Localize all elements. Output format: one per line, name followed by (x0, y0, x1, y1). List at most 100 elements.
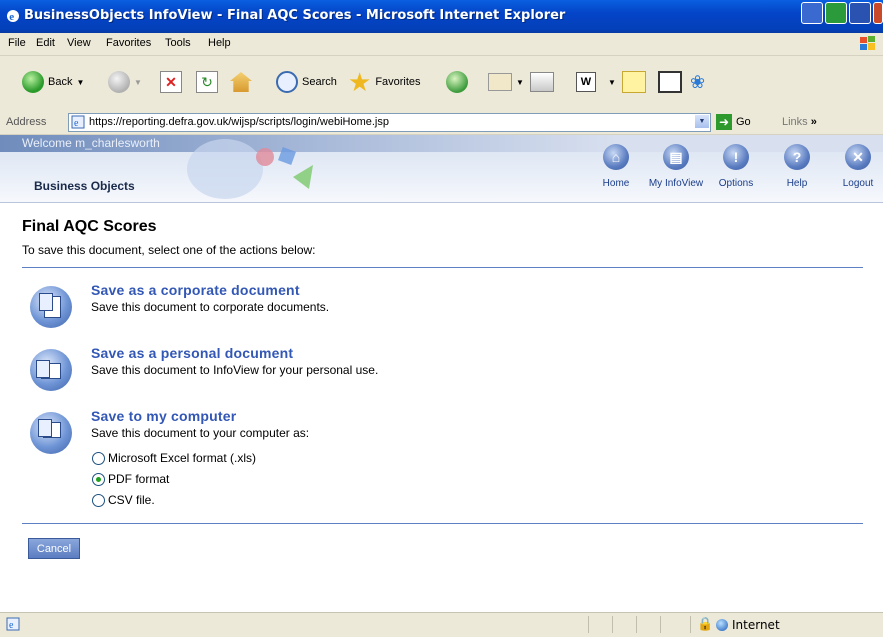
format-option-xls[interactable]: Microsoft Excel format (.xls) (92, 451, 256, 465)
instructions-text: To save this document, select one of the… (22, 243, 316, 257)
radio-button[interactable] (92, 451, 105, 465)
menu-file[interactable]: File (8, 37, 26, 49)
mail-icon (488, 73, 512, 91)
save-personal-link[interactable]: Save as a personal document (91, 345, 293, 361)
mail-button[interactable]: ▼ (488, 66, 524, 98)
word-icon[interactable] (849, 2, 871, 24)
corporate-document-icon (30, 286, 72, 328)
radio-button-selected[interactable] (92, 472, 105, 486)
discuss-button[interactable] (622, 66, 646, 98)
svg-text:e: e (74, 118, 79, 129)
save-computer-desc: Save this document to your computer as: (91, 426, 310, 440)
ie-icon: e (7, 10, 19, 23)
save-corporate-link[interactable]: Save as a corporate document (91, 282, 300, 298)
business-objects-logo: Business Objects (34, 179, 135, 193)
refresh-button[interactable]: ↻ (196, 66, 218, 98)
status-segment (612, 616, 613, 633)
search-icon (276, 71, 298, 93)
edit-button[interactable]: W ▼ (576, 66, 616, 98)
radio-button[interactable] (92, 493, 105, 507)
save-computer-link[interactable]: Save to my computer (91, 408, 236, 424)
home-button[interactable] (230, 66, 252, 98)
divider (22, 267, 863, 268)
status-bar: e 🔒 Internet (0, 612, 883, 637)
help-icon: ? (784, 144, 810, 170)
page-title: Final AQC Scores (22, 218, 157, 235)
window-tray-icons (801, 2, 883, 32)
lock-icon: 🔒 (697, 616, 714, 631)
format-option-csv[interactable]: CSV file. (92, 493, 155, 507)
infoview-header: Welcome m_charlesworth Business Objects … (0, 135, 883, 203)
chevron-down-icon[interactable]: ▼ (516, 78, 524, 87)
note-icon (622, 71, 646, 93)
computer-icon (30, 412, 72, 454)
messenger-frame-button[interactable] (658, 66, 682, 98)
forward-button[interactable]: ▼ (108, 66, 142, 98)
go-arrow-icon: ➜ (716, 114, 732, 130)
page-status-icon: e (6, 617, 20, 631)
options-icon: ! (723, 144, 749, 170)
history-icon (446, 71, 468, 93)
nav-logout[interactable]: ✕ Logout (828, 144, 883, 189)
status-segment (690, 616, 691, 633)
nav-help[interactable]: ? Help (767, 144, 827, 189)
format-option-pdf[interactable]: PDF format (92, 472, 169, 486)
printer-icon (530, 72, 554, 92)
go-button[interactable]: ➜ Go (716, 113, 762, 131)
home-icon (230, 72, 252, 92)
forward-arrow-icon (108, 71, 130, 93)
personal-document-icon (30, 349, 72, 391)
address-input[interactable]: e https://reporting.defra.gov.uk/wijsp/s… (68, 113, 711, 132)
chevron-down-icon[interactable]: ▼ (134, 78, 142, 87)
star-icon: ★ (348, 67, 372, 97)
stop-icon: ✕ (160, 71, 182, 93)
excel-icon[interactable] (825, 2, 847, 24)
chevron-down-icon[interactable]: ▼ (76, 78, 84, 87)
save-personal-desc: Save this document to InfoView for your … (91, 363, 379, 377)
word-edit-icon: W (576, 72, 596, 92)
toolbar: Back ▼ ▼ ✕ ↻ Search ★ Favorites ▼ W ▼ ❀ (0, 56, 883, 112)
welcome-text: Welcome m_charlesworth (22, 136, 160, 150)
menu-edit[interactable]: Edit (36, 37, 55, 49)
messenger-icon: ❀ (690, 72, 706, 92)
back-arrow-icon (22, 71, 44, 93)
close-icon[interactable] (873, 2, 883, 24)
save-corporate-desc: Save this document to corporate document… (91, 300, 330, 314)
menu-help[interactable]: Help (208, 37, 231, 49)
menu-tools[interactable]: Tools (165, 37, 191, 49)
favorites-button[interactable]: ★ Favorites (348, 66, 421, 98)
windows-logo-icon (860, 36, 875, 50)
chevron-down-icon[interactable]: ▼ (608, 78, 616, 87)
links-toolbar[interactable]: Links » (782, 116, 817, 128)
address-dropdown-icon[interactable]: ▼ (695, 115, 709, 128)
window-title: BusinessObjects InfoView - Final AQC Sco… (24, 8, 566, 23)
address-label: Address (6, 116, 47, 128)
divider (22, 523, 863, 524)
svg-text:e: e (9, 620, 14, 631)
frame-icon (658, 71, 682, 93)
header-decoration (187, 139, 313, 199)
window-titlebar[interactable]: e BusinessObjects InfoView - Final AQC S… (0, 0, 883, 33)
history-button[interactable] (446, 66, 468, 98)
page-icon: e (71, 115, 85, 129)
nav-home[interactable]: ⌂ Home (586, 144, 646, 189)
cancel-button[interactable]: Cancel (28, 538, 80, 559)
status-segment (660, 616, 661, 633)
search-button[interactable]: Search (276, 66, 337, 98)
back-button[interactable]: Back ▼ (22, 66, 84, 98)
nav-options[interactable]: ! Options (706, 144, 766, 189)
security-zone[interactable]: Internet (716, 618, 780, 632)
taskbar-icon[interactable] (801, 2, 823, 24)
nav-my-infoview[interactable]: ▤ My InfoView (646, 144, 706, 189)
globe-icon (716, 619, 728, 631)
home-icon: ⌂ (603, 144, 629, 170)
refresh-icon: ↻ (196, 71, 218, 93)
address-bar: Address e https://reporting.defra.gov.uk… (0, 111, 883, 135)
messenger-button[interactable]: ❀ (690, 66, 712, 98)
svg-text:e: e (9, 11, 14, 23)
menu-favorites[interactable]: Favorites (106, 37, 151, 49)
menu-view[interactable]: View (67, 37, 91, 49)
status-segment (588, 616, 589, 633)
stop-button[interactable]: ✕ (160, 66, 182, 98)
print-button[interactable] (530, 66, 554, 98)
